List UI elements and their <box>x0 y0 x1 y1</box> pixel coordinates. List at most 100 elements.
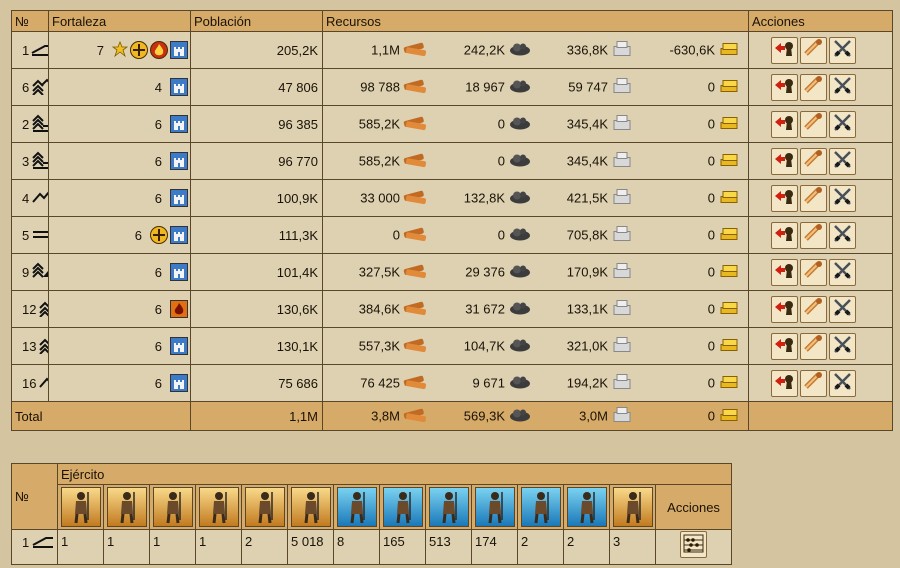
scroll-icon <box>803 149 824 173</box>
crossed-swords-button[interactable] <box>829 184 856 212</box>
keyhole-arrow-icon <box>774 297 795 321</box>
iron-value: 421,5K <box>566 190 608 206</box>
keyhole-arrow-button[interactable] <box>771 36 798 64</box>
col-header-recursos[interactable]: Recursos <box>322 10 749 32</box>
crossed-swords-button[interactable] <box>829 36 856 64</box>
stone-value: 132,8K <box>463 190 505 206</box>
settlement-row[interactable]: 1 7 205,2K 1,1M 242,2K 336,8K -630,6K <box>11 31 893 69</box>
scroll-button[interactable] <box>800 73 827 101</box>
keyhole-arrow-button[interactable] <box>771 147 798 175</box>
settlement-number[interactable]: 9 <box>22 265 29 280</box>
settlement-number-cell[interactable]: 16 <box>11 364 49 402</box>
scroll-button[interactable] <box>800 295 827 323</box>
settlement-number-cell[interactable]: 6 <box>11 68 49 106</box>
gold-value: 0 <box>707 227 715 243</box>
settlement-number-cell[interactable]: 12 <box>11 290 49 328</box>
army-row-number[interactable]: 1 <box>22 535 29 550</box>
settlement-row[interactable]: 5 6 111,3K 0 0 705,8K 0 <box>11 216 893 254</box>
resources-cell: 557,3K 104,7K 321,0K 0 <box>322 327 749 365</box>
col-header-poblacion[interactable]: Población <box>190 10 323 32</box>
wood-value: 1,1M <box>371 42 400 58</box>
terrain-flat-hill-icon <box>32 534 54 551</box>
army-unit-header <box>149 484 196 530</box>
terrain-peaks-icon <box>38 375 48 392</box>
army-col-acciones: Acciones <box>654 484 733 530</box>
settlement-row[interactable]: 16 6 75 686 76 425 9 671 194,2K 0 <box>11 364 893 402</box>
population-value: 100,9K <box>190 179 323 217</box>
army-unit-count: 165 <box>379 529 426 565</box>
scroll-button[interactable] <box>800 332 827 360</box>
keyhole-arrow-button[interactable] <box>771 184 798 212</box>
keyhole-arrow-button[interactable] <box>771 369 798 397</box>
fortress-level: 6 <box>154 338 162 354</box>
gold-value: 0 <box>707 153 715 169</box>
settlement-row[interactable]: 3 6 96 770 585,2K 0 345,4K 0 <box>11 142 893 180</box>
settlement-row[interactable]: 12 6 130,6K 384,6K 31 672 133,1K 0 <box>11 290 893 328</box>
settlement-number[interactable]: 2 <box>22 117 29 132</box>
fortress-level: 6 <box>154 190 162 206</box>
settlement-row[interactable]: 13 6 130,1K 557,3K 104,7K 321,0K 0 <box>11 327 893 365</box>
settlement-number-cell[interactable]: 9 <box>11 253 49 291</box>
fortress-cell: 6 <box>48 142 191 180</box>
army-row-number-cell[interactable]: 1 <box>11 529 58 565</box>
settlement-number[interactable]: 16 <box>22 376 36 391</box>
fortress-cell: 6 <box>48 216 191 254</box>
settlement-number-cell[interactable]: 13 <box>11 327 49 365</box>
wood-value: 557,3K <box>358 338 400 354</box>
settlement-number[interactable]: 3 <box>22 154 29 169</box>
army-abacus-button[interactable] <box>680 531 708 558</box>
keyhole-arrow-button[interactable] <box>771 221 798 249</box>
scroll-button[interactable] <box>800 36 827 64</box>
settlement-number-cell[interactable]: 5 <box>11 216 49 254</box>
population-value: 130,6K <box>190 290 323 328</box>
settlement-number[interactable]: 1 <box>22 43 29 58</box>
settlement-number[interactable]: 13 <box>22 339 36 354</box>
iron-value: 194,2K <box>566 375 608 391</box>
settlement-number-cell[interactable]: 3 <box>11 142 49 180</box>
settlement-number-cell[interactable]: 4 <box>11 179 49 217</box>
settlement-number-cell[interactable]: 1 <box>11 31 49 69</box>
keyhole-arrow-button[interactable] <box>771 73 798 101</box>
army-unit-header <box>195 484 242 530</box>
burning-castle-icon <box>170 300 188 318</box>
crossed-swords-button[interactable] <box>829 295 856 323</box>
scroll-button[interactable] <box>800 110 827 138</box>
keyhole-arrow-icon <box>774 260 795 284</box>
settlement-number[interactable]: 4 <box>22 191 29 206</box>
settlement-row[interactable]: 9 6 101,4K 327,5K 29 376 170,9K 0 <box>11 253 893 291</box>
scroll-button[interactable] <box>800 147 827 175</box>
keyhole-arrow-button[interactable] <box>771 332 798 360</box>
settlement-number[interactable]: 6 <box>22 80 29 95</box>
settlement-row[interactable]: 6 4 47 806 98 788 18 967 59 747 0 <box>11 68 893 106</box>
total-wood: 3,8M <box>371 408 400 424</box>
crossed-swords-button[interactable] <box>829 147 856 175</box>
settlement-row[interactable]: 2 6 96 385 585,2K 0 345,4K 0 <box>11 105 893 143</box>
crossed-swords-button[interactable] <box>829 73 856 101</box>
crossed-swords-button[interactable] <box>829 369 856 397</box>
settlement-number-cell[interactable]: 2 <box>11 105 49 143</box>
crossed-swords-button[interactable] <box>829 258 856 286</box>
fortress-cell: 6 <box>48 364 191 402</box>
keyhole-arrow-button[interactable] <box>771 110 798 138</box>
stone-value: 18 967 <box>465 79 505 95</box>
keyhole-arrow-button[interactable] <box>771 258 798 286</box>
elite-spearman-unit-icon <box>336 487 377 527</box>
scroll-button[interactable] <box>800 221 827 249</box>
settlement-row[interactable]: 4 6 100,9K 33 000 132,8K 421,5K 0 <box>11 179 893 217</box>
terrain-mountains-chevrons-icon <box>38 299 48 320</box>
army-unit-header <box>333 484 380 530</box>
settlement-number[interactable]: 5 <box>22 228 29 243</box>
gold-icon <box>719 337 739 356</box>
crossed-swords-button[interactable] <box>829 332 856 360</box>
col-header-fortaleza[interactable]: Fortaleza <box>48 10 191 32</box>
scroll-button[interactable] <box>800 184 827 212</box>
crossed-swords-button[interactable] <box>829 221 856 249</box>
terrain-mountains-chevrons-icon <box>31 77 48 98</box>
swordsman-unit-icon <box>106 487 147 527</box>
keyhole-arrow-button[interactable] <box>771 295 798 323</box>
crossed-swords-button[interactable] <box>829 110 856 138</box>
wood-value: 0 <box>392 227 400 243</box>
settlement-number[interactable]: 12 <box>22 302 36 317</box>
scroll-button[interactable] <box>800 369 827 397</box>
scroll-button[interactable] <box>800 258 827 286</box>
